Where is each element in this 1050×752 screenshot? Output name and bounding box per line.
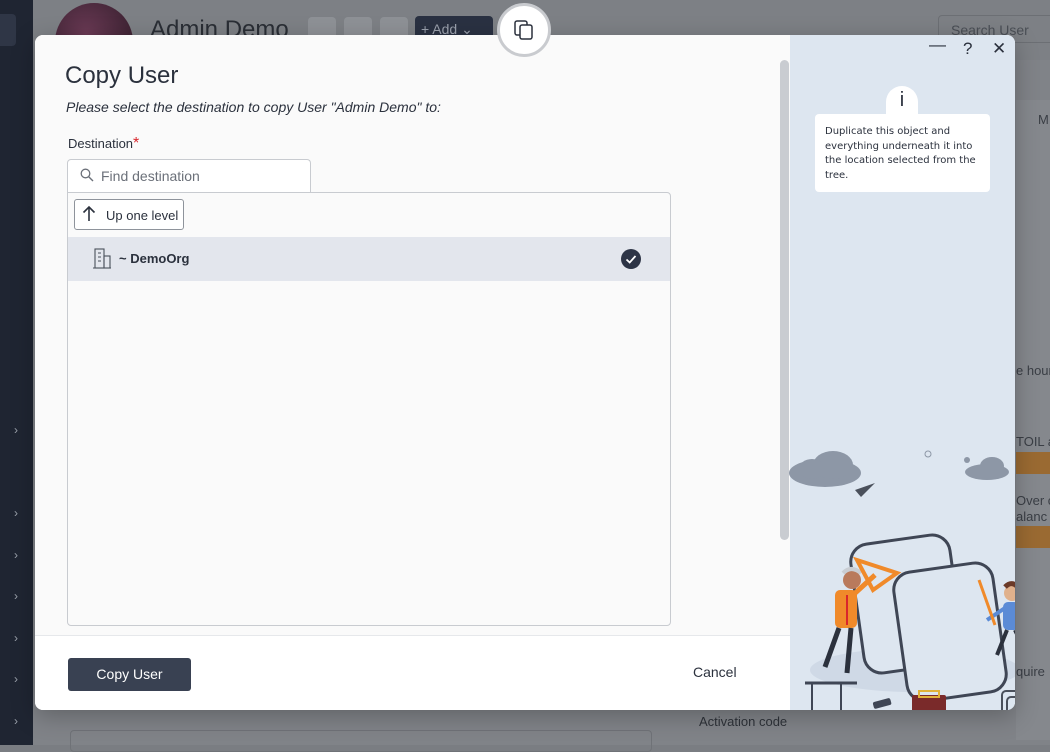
- find-destination-placeholder: Find destination: [101, 168, 200, 184]
- cancel-button[interactable]: Cancel: [693, 664, 737, 680]
- bg-text: alanc: [1016, 509, 1048, 524]
- copy-user-button[interactable]: Copy User: [68, 658, 191, 691]
- nav-rail-selected: [0, 14, 16, 46]
- tree-item-label: ~ DemoOrg: [119, 251, 190, 266]
- bg-field: [70, 730, 652, 752]
- dialog-footer: Copy User Cancel: [35, 635, 790, 710]
- chevron-right-icon: ›: [14, 589, 18, 603]
- destination-tree[interactable]: Up one level ~ DemoOrg: [67, 192, 671, 626]
- help-button[interactable]: ?: [963, 39, 972, 59]
- copy-user-dialog: Copy User Please select the destination …: [35, 35, 1015, 710]
- up-one-level-button[interactable]: Up one level: [74, 199, 184, 230]
- info-icon: i: [899, 89, 905, 111]
- destination-label: Destination*: [68, 135, 139, 153]
- selected-check-icon: [621, 249, 641, 269]
- search-icon: [80, 168, 94, 182]
- dialog-title: Copy User: [65, 62, 179, 89]
- dialog-content: Copy User Please select the destination …: [35, 35, 790, 635]
- up-one-level-label: Up one level: [106, 208, 179, 223]
- chevron-right-icon: ›: [14, 423, 18, 437]
- chevron-right-icon: ›: [14, 631, 18, 645]
- copy-icon: [514, 20, 533, 40]
- bg-text: e hour: [1016, 363, 1050, 378]
- chevron-right-icon: ›: [14, 672, 18, 686]
- minimize-button[interactable]: —: [929, 35, 946, 55]
- background-right-panel: [1016, 100, 1050, 740]
- info-tab: i: [886, 86, 918, 116]
- bg-text: quire: [1016, 664, 1045, 679]
- copy-badge: [497, 3, 551, 57]
- activation-code-label: Activation code: [699, 714, 788, 729]
- bg-orange-bar: [1016, 452, 1050, 474]
- chevron-right-icon: ›: [14, 506, 18, 520]
- required-mark: *: [133, 135, 140, 152]
- info-text: Duplicate this object and everything und…: [825, 126, 976, 181]
- tree-item-demoorg[interactable]: ~ DemoOrg: [68, 237, 670, 281]
- bg-orange-bar: [1016, 526, 1050, 548]
- bg-text: TOIL a: [1016, 434, 1050, 449]
- close-button[interactable]: ✕: [992, 39, 1006, 59]
- chevron-right-icon: ›: [14, 548, 18, 562]
- copy-illustration: [789, 450, 1015, 710]
- find-destination-input[interactable]: Find destination: [67, 159, 311, 192]
- destination-label-text: Destination: [68, 136, 134, 151]
- arrow-up-icon: [82, 205, 96, 221]
- building-icon: [93, 248, 111, 269]
- bg-text: M: [1038, 112, 1049, 127]
- dialog-subtitle: Please select the destination to copy Us…: [66, 99, 441, 115]
- bg-text: Over c: [1016, 493, 1050, 508]
- nav-rail: › › › › › › ›: [0, 0, 33, 745]
- chevron-right-icon: ›: [14, 714, 18, 728]
